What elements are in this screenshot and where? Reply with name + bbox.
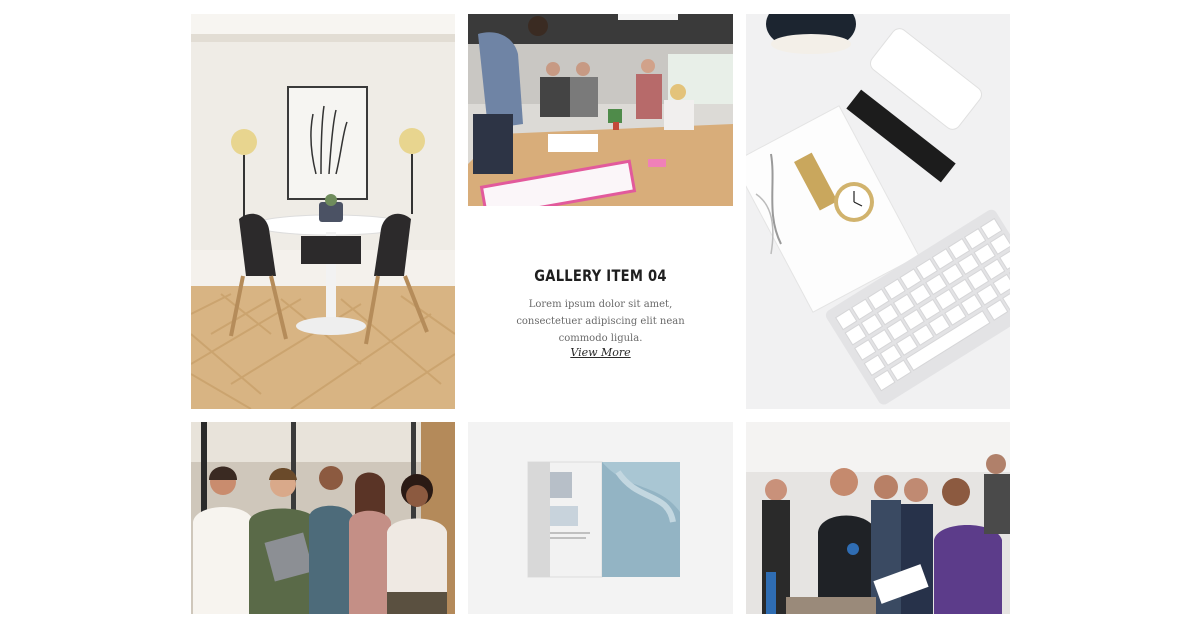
team-group-photo <box>191 422 455 614</box>
gallery-item-desk[interactable] <box>746 14 1010 409</box>
gallery-item-meeting[interactable] <box>468 14 733 206</box>
expo-crowd-photo <box>746 422 1010 614</box>
gallery-item-title: GALLERY ITEM 04 <box>534 266 667 285</box>
featured-caption: GALLERY ITEM 04 Lorem ipsum dolor sit am… <box>468 206 733 409</box>
view-more-link[interactable]: View More <box>570 346 630 359</box>
magazine-mockup-photo <box>468 422 733 614</box>
gallery-item-magazine[interactable] <box>468 422 733 614</box>
gallery-item-dining-room[interactable] <box>191 14 455 409</box>
gallery-item-team[interactable] <box>191 422 455 614</box>
dining-room-photo <box>191 14 455 409</box>
gallery-item-expo[interactable] <box>746 422 1010 614</box>
desk-flatlay-photo <box>746 14 1010 409</box>
office-meeting-photo <box>468 14 733 206</box>
gallery-item-description: Lorem ipsum dolor sit amet, consectetuer… <box>516 299 685 344</box>
